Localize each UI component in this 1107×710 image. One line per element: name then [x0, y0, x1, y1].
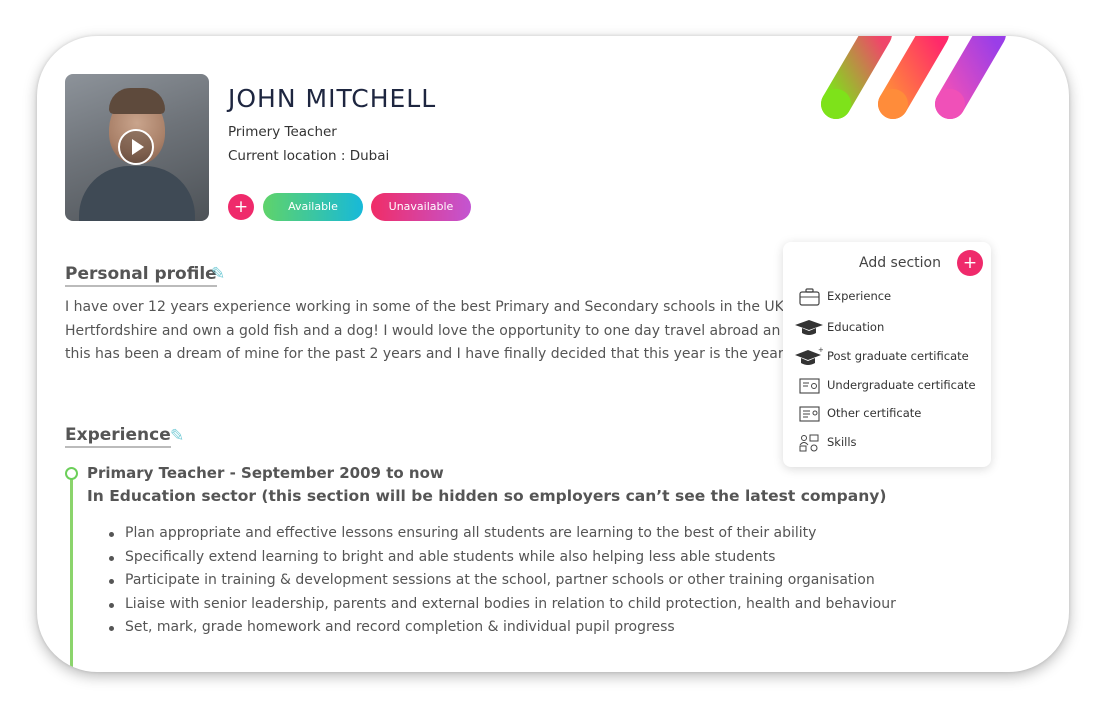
briefcase-icon: [799, 288, 820, 306]
bio-line: this has been a dream of mine for the pa…: [65, 346, 785, 362]
profile-card: JOHN MITCHELL Primery Teacher Current lo…: [37, 36, 1069, 672]
item-label: Experience: [827, 289, 892, 303]
item-label: Post graduate certificate: [827, 349, 969, 363]
photo-hair: [109, 88, 165, 114]
play-icon[interactable]: [118, 129, 154, 165]
timeline-dot-icon: [65, 467, 78, 480]
edit-experience-pencil-icon[interactable]: ✎: [170, 426, 184, 446]
duties-list: Plan appropriate and effective lessons e…: [107, 522, 896, 640]
duty-item: Set, mark, grade homework and record com…: [107, 616, 896, 640]
personal-profile-heading: Personal profile: [65, 264, 217, 287]
graduation-cap-icon: [795, 320, 823, 335]
item-label: Skills: [827, 435, 857, 449]
add-section-button[interactable]: +: [957, 250, 983, 276]
svg-text:+: +: [818, 347, 823, 354]
duty-item: Liaise with senior leadership, parents a…: [107, 593, 896, 617]
certificate-icon: [799, 378, 820, 394]
duty-item: Specifically extend learning to bright a…: [107, 546, 896, 570]
graduation-cap-plus-icon: +: [795, 347, 823, 365]
personal-profile-text: I have over 12 years experience working …: [65, 296, 785, 368]
unavailable-button[interactable]: Unavailable: [371, 193, 471, 221]
profile-role: Primery Teacher: [228, 124, 337, 140]
duty-item: Plan appropriate and effective lessons e…: [107, 522, 896, 546]
job-sector: In Education sector (this section will b…: [87, 487, 887, 505]
dot-green: [821, 89, 851, 119]
decorative-stripes: [821, 36, 1006, 119]
document-icon: [799, 406, 820, 422]
add-postgrad-item[interactable]: + Post graduate certificate: [793, 347, 988, 367]
skills-icon: [799, 434, 819, 452]
timeline-line: [70, 478, 73, 672]
dot-orange: [878, 89, 908, 119]
add-section-panel: Add section + Experience Education + Pos…: [783, 242, 991, 467]
add-experience-item[interactable]: Experience: [793, 287, 988, 307]
add-section-title: Add section: [859, 255, 941, 271]
job-title: Primary Teacher - September 2009 to now: [87, 464, 444, 482]
available-button[interactable]: Available: [263, 193, 363, 221]
item-label: Undergraduate certificate: [827, 378, 976, 392]
add-status-button[interactable]: +: [228, 194, 254, 220]
profile-name: JOHN MITCHELL: [228, 84, 437, 113]
duty-item: Participate in training & development se…: [107, 569, 896, 593]
experience-heading: Experience: [65, 425, 171, 448]
profile-location: Current location : Dubai: [228, 148, 390, 164]
item-label: Education: [827, 320, 885, 334]
bio-line: I have over 12 years experience working …: [65, 299, 785, 315]
profile-video-thumbnail[interactable]: [65, 74, 209, 221]
add-other-certificate-item[interactable]: Other certificate: [793, 404, 988, 424]
item-label: Other certificate: [827, 406, 922, 420]
photo-shirt: [79, 166, 195, 221]
add-education-item[interactable]: Education: [793, 318, 988, 338]
dot-pink: [935, 89, 965, 119]
add-undergrad-item[interactable]: Undergraduate certificate: [793, 376, 988, 396]
add-skills-item[interactable]: Skills: [793, 433, 988, 453]
bio-line: Hertfordshire and own a gold fish and a …: [65, 322, 781, 339]
edit-profile-pencil-icon[interactable]: ✎: [211, 264, 225, 284]
